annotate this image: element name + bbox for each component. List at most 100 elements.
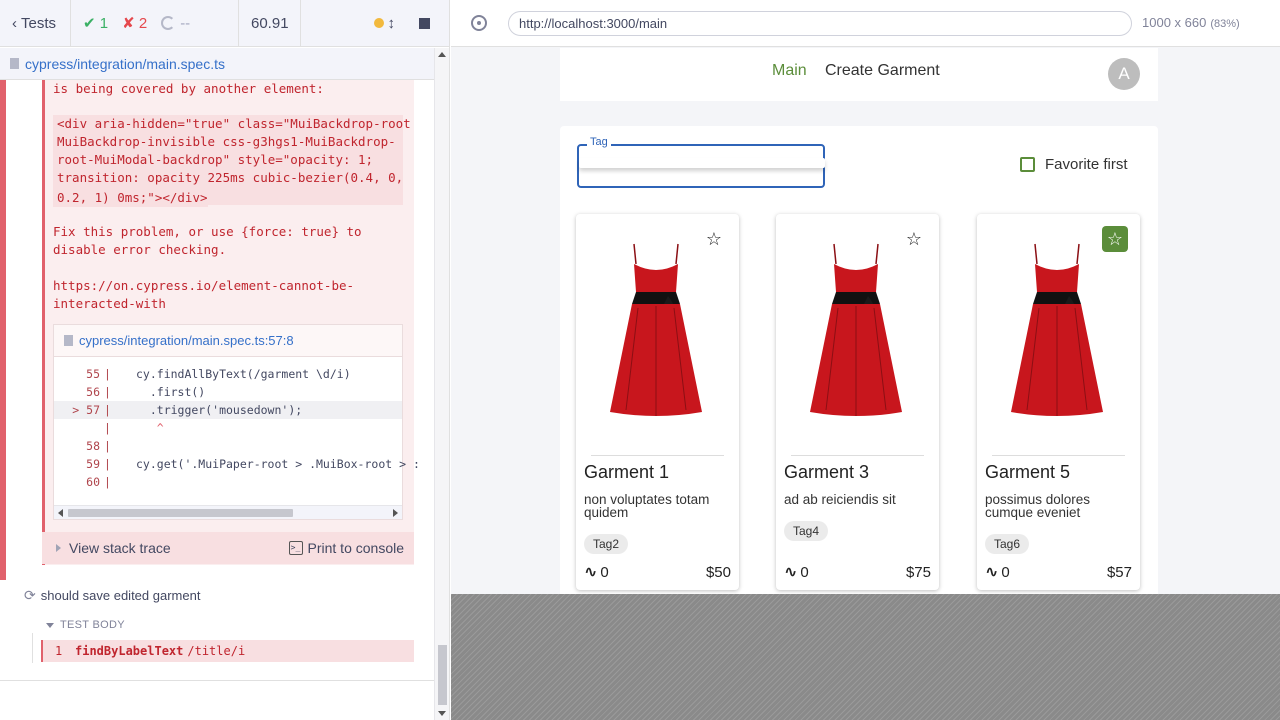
test-item: ⟳ should save edited garment TEST BODY 1… <box>0 585 434 681</box>
divider <box>992 455 1125 456</box>
garment-card[interactable]: ☆ Garment 3 ad ab reiciendis sit Tag4 ∿ 0… <box>776 214 939 590</box>
pending-icon <box>161 16 176 30</box>
divider <box>591 455 724 456</box>
code-line: 55 | cy.findAllByText(/garment \d/i) <box>86 367 351 381</box>
spec-path-bar[interactable]: cypress/integration/main.spec.ts <box>0 48 449 80</box>
test-stats: ✔ 1 ✘ 2 -- <box>71 0 239 46</box>
garment-footer: ∿ 0 $57 <box>985 562 1132 582</box>
divider <box>791 455 924 456</box>
error-message-line: Fix this problem, or use {force: true} t… <box>53 224 362 239</box>
reporter-panel: ‹ Tests ✔ 1 ✘ 2 -- 60.91 ↕ cypress/integ… <box>0 0 450 720</box>
reporter-header: ‹ Tests ✔ 1 ✘ 2 -- 60.91 ↕ <box>0 0 449 47</box>
pending-count: -- <box>161 15 190 32</box>
code-line: 59 | cy.get('.MuiPaper-root > .MuiBox-root… <box>86 457 420 471</box>
scroll-down-icon[interactable] <box>438 711 446 716</box>
horizontal-scrollbar[interactable] <box>54 505 402 519</box>
vertical-scrollbar[interactable] <box>434 48 449 720</box>
garment-card[interactable]: ☆ Garment 5 possimus dolores cumque even… <box>977 214 1140 590</box>
nav-create-garment-link[interactable]: Create Garment <box>825 62 940 80</box>
docs-link[interactable]: https://on.cypress.io/element-cannot-be- <box>53 277 354 295</box>
file-icon <box>64 335 73 346</box>
error-message-line: disable error checking. <box>53 242 227 257</box>
cross-icon: ✘ <box>122 15 135 32</box>
stop-icon[interactable] <box>419 17 430 29</box>
duration: 60.91 <box>239 0 301 46</box>
star-outline-icon[interactable]: ☆ <box>901 226 927 252</box>
test-title[interactable]: ⟳ should save edited garment <box>24 587 200 604</box>
garment-title: Garment 3 <box>784 462 870 482</box>
url-field[interactable]: http://localhost:3000/main <box>508 11 1132 36</box>
scroll-right-icon[interactable] <box>393 509 398 517</box>
error-indicator <box>0 80 6 580</box>
star-outline-icon[interactable]: ☆ <box>701 226 727 252</box>
code-frame-file-link[interactable]: cypress/integration/main.spec.ts:57:8 <box>54 325 402 357</box>
star-filled-icon[interactable]: ☆ <box>1102 226 1128 252</box>
terminal-icon: >_ <box>288 541 303 555</box>
code-line-highlighted: > 57 | .trigger('mousedown'); <box>54 401 402 419</box>
chevron-left-icon: ‹ <box>12 14 17 32</box>
status-dot-icon <box>373 18 384 28</box>
tag-field-label: Tag <box>587 136 611 148</box>
favorite-first-label: Favorite first <box>1045 156 1128 173</box>
tests-button[interactable]: ‹ Tests <box>0 0 71 46</box>
likes: ∿ 0 <box>985 563 1010 582</box>
test-body-toggle[interactable]: TEST BODY <box>46 619 125 631</box>
likes: ∿ 0 <box>584 563 609 582</box>
check-icon: ✔ <box>83 15 96 32</box>
url-bar: http://localhost:3000/main 1000 x 660 (83… <box>451 0 1280 47</box>
viewport-size[interactable]: 1000 x 660 (83%) <box>1142 15 1240 30</box>
failed-count: ✘ 2 <box>122 15 148 32</box>
error-actions: View stack trace >_ Print to console <box>42 532 414 564</box>
app-header: Main Create Garment A <box>560 48 1158 101</box>
garment-price: $57 <box>1106 563 1132 581</box>
garments-panel: Tag Favorite first ☆ Garment 1 non volup… <box>560 126 1158 594</box>
viewport-overflow-area <box>451 594 1280 720</box>
garment-footer: ∿ 0 $50 <box>584 562 731 582</box>
signature-icon: ∿ <box>784 564 798 581</box>
updown-arrow-icon: ↕ <box>387 14 396 32</box>
passed-count: ✔ 1 <box>83 15 109 32</box>
scroll-left-icon[interactable] <box>58 509 63 517</box>
scroll-up-icon[interactable] <box>438 52 446 57</box>
view-stack-trace-button[interactable]: View stack trace <box>56 540 171 556</box>
selector-playground-icon[interactable] <box>471 15 487 31</box>
tag-chip[interactable]: Tag4 <box>784 521 829 541</box>
likes: ∿ 0 <box>784 563 809 582</box>
code-line: 60 | <box>86 475 111 489</box>
favorite-first-checkbox[interactable]: Favorite first <box>1020 156 1128 173</box>
garment-description: ad ab reiciendis sit <box>784 492 896 507</box>
file-icon <box>10 58 19 69</box>
command-row[interactable]: 1 findByLabelText /title/i <box>41 640 414 662</box>
docs-link[interactable]: interacted-with <box>53 295 166 313</box>
nav-main-link[interactable]: Main <box>772 62 807 80</box>
tag-options-popover <box>579 158 825 168</box>
garment-title: Garment 1 <box>584 462 670 482</box>
signature-icon: ∿ <box>584 564 598 581</box>
print-to-console-button[interactable]: >_ Print to console <box>288 540 404 556</box>
caret-down-icon <box>46 622 54 628</box>
garment-price: $75 <box>905 563 931 581</box>
garment-card[interactable]: ☆ Garment 1 non voluptates totam quidem … <box>576 214 739 590</box>
signature-icon: ∿ <box>985 564 999 581</box>
auto-scroll-toggle[interactable]: ↕ <box>373 14 396 32</box>
tag-chip[interactable]: Tag2 <box>584 534 629 554</box>
error-element-html: <div aria-hidden="true" class="MuiBackdr… <box>53 115 411 207</box>
runner-controls: ↕ <box>301 0 449 46</box>
runner-panel: http://localhost:3000/main 1000 x 660 (83… <box>451 0 1280 720</box>
code-line: 58 | <box>86 439 111 453</box>
code-frame: cypress/integration/main.spec.ts:57:8 55… <box>53 324 420 520</box>
checkbox-icon <box>1020 157 1035 172</box>
tag-chip[interactable]: Tag6 <box>985 534 1030 554</box>
scrollbar-thumb[interactable] <box>68 509 293 517</box>
garment-description: possimus dolores cumque eveniet <box>985 492 1091 520</box>
code-line: 56 | .first() <box>86 385 206 399</box>
divider <box>32 633 33 663</box>
garment-price: $50 <box>705 563 731 581</box>
error-message-line: is being covered by another element: <box>53 81 324 96</box>
failed-test-error: is being covered by another element: <di… <box>0 80 434 580</box>
avatar[interactable]: A <box>1108 58 1140 90</box>
caret-right-icon <box>56 544 61 552</box>
scrollbar-thumb[interactable] <box>438 645 447 705</box>
code-frame-lines: 55 | cy.findAllByText(/garment \d/i) 56 | .… <box>54 357 420 491</box>
tests-label: Tests <box>21 14 57 32</box>
